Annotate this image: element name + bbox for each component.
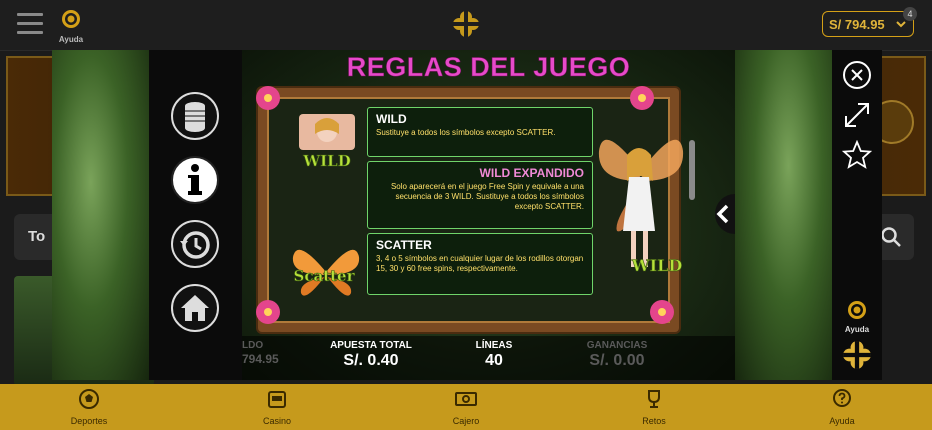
search-icon[interactable]: [880, 226, 902, 248]
nav-ayuda[interactable]: Ayuda: [797, 388, 887, 426]
game-stats-bar: LDO 794.95 APUESTA TOTAL S/. 0.40 LÍNEAS…: [242, 336, 735, 380]
ganancias-label: GANANCIAS: [586, 340, 648, 351]
question-bubble-icon: [833, 389, 851, 407]
fullscreen-icon[interactable]: [842, 100, 872, 130]
rule-heading: WILD: [376, 112, 407, 126]
modal-backdrop-right: [735, 50, 832, 380]
apuesta-stat: APUESTA TOTAL S/. 0.40: [316, 340, 426, 370]
nav-label: Cajero: [452, 416, 480, 426]
history-icon: [171, 220, 219, 268]
scatter-butterfly-symbol-icon: Scatter: [292, 249, 360, 296]
wild-fairy-symbol-icon: WILD: [299, 114, 355, 170]
ganancias-stat: GANANCIAS S/. 0.00: [572, 340, 662, 370]
soccer-ball-icon: [79, 389, 99, 409]
rule-box-wild-expandido: WILD EXPANDIDO Solo aparecerá en el jueg…: [367, 161, 593, 229]
lineas-label: LÍNEAS: [475, 340, 513, 351]
rule-heading: WILD EXPANDIDO: [479, 166, 584, 180]
cash-icon: [455, 392, 477, 406]
help-icon: [62, 10, 80, 28]
ganancias-value: S/. 0.00: [589, 352, 645, 369]
brand-logo-icon[interactable]: [452, 10, 480, 38]
rules-title: REGLAS DEL JUEGO: [346, 52, 631, 83]
info-icon: [171, 156, 219, 204]
rule-text: Sustituye a todos los símbolos excepto S…: [376, 128, 556, 137]
rule-box-wild: WILD Sustituye a todos los símbolos exce…: [367, 107, 593, 157]
scatter-symbol-text: Scatter: [294, 267, 356, 285]
saldo-label: LDO: [242, 340, 264, 351]
hibiscus-flower-icon: [650, 300, 674, 324]
hibiscus-flower-icon: [256, 300, 280, 324]
balance-amount: S/ 794.95: [829, 17, 885, 32]
saldo-value: 794.95: [242, 352, 279, 366]
rule-box-scatter: SCATTER 3, 4 o 5 símbolos en cualquier l…: [367, 233, 593, 295]
modal-backdrop-left: [52, 50, 149, 380]
info-button[interactable]: [170, 155, 220, 205]
coins-button[interactable]: [170, 91, 220, 141]
favorite-star-icon[interactable]: [842, 140, 872, 170]
help-button[interactable]: Ayuda: [56, 9, 86, 44]
wild-symbol-text: WILD: [302, 152, 350, 170]
trophy-icon: [648, 390, 660, 408]
history-button[interactable]: [170, 219, 220, 269]
lineas-value: 40: [485, 352, 503, 369]
apuesta-value: S/. 0.40: [343, 352, 399, 369]
coins-stack-icon: [171, 92, 219, 140]
rule-heading: SCATTER: [376, 238, 432, 252]
wild-badge-text: WILD: [631, 256, 683, 275]
site-header: Ayuda S/ 794.95 4: [0, 0, 932, 51]
modal-help-button[interactable]: Ayuda: [838, 300, 876, 334]
nav-label: Ayuda: [829, 416, 855, 426]
saldo-stat: LDO 794.95: [242, 340, 282, 366]
close-icon[interactable]: [842, 60, 872, 90]
lineas-stat: LÍNEAS 40: [464, 340, 524, 370]
rules-scrollbar[interactable]: [689, 140, 695, 200]
home-icon: [171, 284, 219, 332]
nav-retos[interactable]: Retos: [609, 388, 699, 426]
game-left-toolbar: [149, 50, 242, 380]
nav-label: Casino: [262, 416, 291, 426]
menu-hamburger-icon[interactable]: [17, 13, 43, 35]
bottom-navigation: Deportes Casino Cajero Retos Ayuda: [0, 384, 932, 430]
notification-badge: 4: [903, 7, 917, 21]
modal-help-label: Ayuda: [844, 325, 870, 334]
help-label: Ayuda: [58, 35, 84, 44]
nav-deportes[interactable]: Deportes: [44, 388, 134, 426]
previous-page-arrow-icon[interactable]: [705, 194, 735, 234]
brand-logo-icon: [843, 341, 871, 369]
nav-label: Deportes: [70, 416, 108, 426]
nav-cajero[interactable]: Cajero: [421, 388, 511, 426]
game-rules-screen: REGLAS DEL JUEGO WILD Scatter WILD Susti…: [242, 50, 735, 380]
hibiscus-flower-icon: [630, 86, 654, 110]
home-button[interactable]: [170, 283, 220, 333]
apuesta-label: APUESTA TOTAL: [330, 340, 412, 351]
help-icon: [848, 301, 866, 319]
rule-text: 3, 4 o 5 símbolos en cualquier lugar de …: [376, 254, 584, 273]
game-modal: REGLAS DEL JUEGO WILD Scatter WILD Susti…: [52, 50, 882, 380]
balance-dropdown[interactable]: S/ 794.95: [822, 11, 914, 37]
nav-casino[interactable]: Casino: [232, 388, 322, 426]
slot-machine-icon: [268, 391, 286, 408]
fairy-character-icon: WILD: [598, 139, 684, 275]
nav-label: Retos: [642, 416, 666, 426]
hibiscus-flower-icon: [256, 86, 280, 110]
search-placeholder: To: [28, 228, 46, 245]
rule-text: Solo aparecerá en el juego Free Spin y e…: [390, 182, 584, 211]
game-right-toolbar: Ayuda: [832, 50, 882, 380]
rules-frame: WILD Scatter WILD Sustituye a todos los …: [256, 86, 684, 332]
